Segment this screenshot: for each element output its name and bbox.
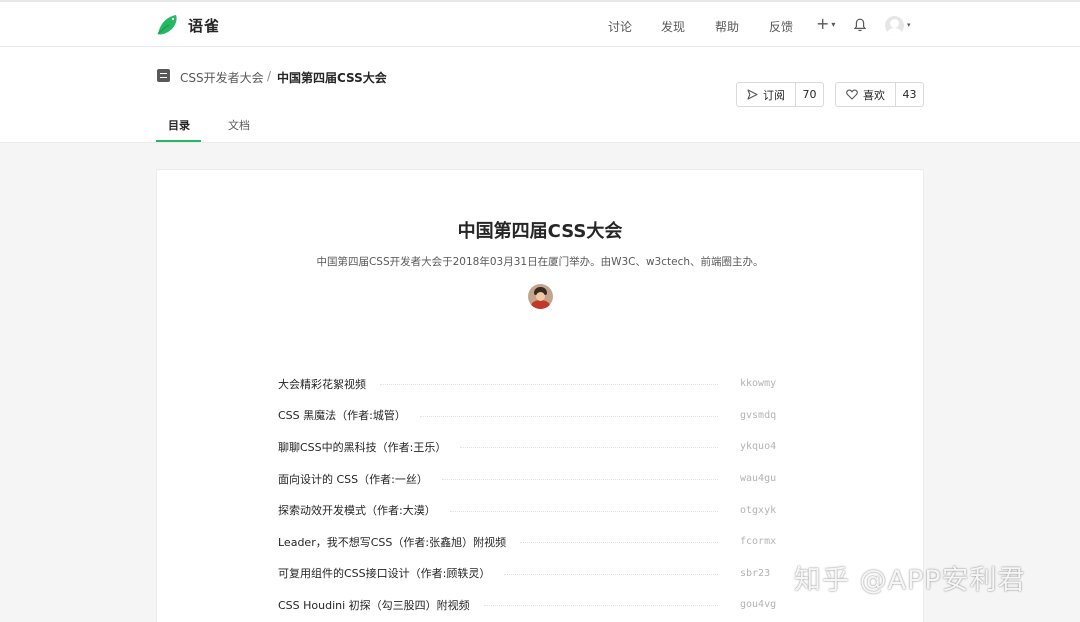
like-button-group: 喜欢 43: [835, 82, 924, 107]
toc-item-slug: sbr23: [740, 567, 771, 579]
breadcrumb-book: 中国第四届CSS大会: [277, 71, 387, 85]
logo[interactable]: 语雀: [156, 14, 220, 36]
toc-leader: [380, 384, 718, 386]
toc-item[interactable]: 大会精彩花絮视频 kkowmy: [278, 368, 804, 400]
heart-icon: [846, 89, 858, 100]
nav-discover[interactable]: 发现: [661, 18, 685, 35]
toc-item-slug: kkowmy: [740, 378, 777, 390]
book-toc-card: 中国第四届CSS大会 中国第四届CSS开发者大会于2018年03月31日在厦门举…: [156, 169, 924, 622]
breadcrumb-group[interactable]: CSS开发者大会: [180, 69, 264, 86]
book-header: CSS开发者大会 / 中国第四届CSS大会 订阅 70 喜欢 43 目录 文档: [0, 47, 1080, 143]
toc-item-slug: gou4vg: [740, 599, 777, 611]
subscribe-button[interactable]: 订阅: [737, 83, 796, 106]
active-tab-indicator: [156, 140, 201, 142]
chevron-down-icon[interactable]: ▾: [907, 21, 911, 29]
top-navbar: 语雀 讨论 发现 帮助 反馈 + ▾ ▾: [0, 0, 1080, 47]
toc-item-title[interactable]: 聊聊CSS中的黑科技（作者:王乐）: [278, 439, 460, 455]
toc-item-title[interactable]: CSS Houdini 初探（勾三股四）附视频: [278, 597, 484, 613]
like-count[interactable]: 43: [896, 83, 923, 106]
send-icon: [747, 89, 758, 100]
tab-docs[interactable]: 文档: [228, 117, 250, 133]
toc-item-slug: gvsmdq: [740, 409, 777, 421]
breadcrumb-separator: /: [267, 69, 272, 83]
tab-toc[interactable]: 目录: [168, 117, 190, 133]
toc-leader: [520, 542, 718, 544]
toc-item-title[interactable]: Leader，我不想写CSS（作者:张鑫旭）附视频: [278, 534, 520, 550]
book-description: 中国第四届CSS开发者大会于2018年03月31日在厦门举办。由W3C、w3ct…: [316, 256, 764, 268]
toc-item-slug: fcormx: [740, 536, 777, 548]
toc-list: 大会精彩花絮视频 kkowmy CSS 黑魔法（作者:城管） gvsmdq 聊聊…: [278, 368, 804, 621]
subscribe-count[interactable]: 70: [796, 83, 823, 106]
nav-help[interactable]: 帮助: [715, 18, 739, 35]
toc-leader: [441, 479, 718, 481]
toc-leader: [504, 573, 718, 575]
author-avatar[interactable]: [528, 284, 553, 309]
watermark: 知乎 @APP安利君: [794, 565, 1026, 596]
toc-item-slug: otgxyk: [740, 504, 777, 516]
like-label: 喜欢: [863, 88, 885, 102]
toc-item[interactable]: 面向设计的 CSS（作者:一丝） wau4gu: [278, 463, 804, 495]
toc-item-slug: ykquo4: [740, 441, 777, 453]
toc-leader: [483, 605, 718, 607]
toc-leader: [460, 447, 718, 449]
subscribe-label: 订阅: [763, 88, 785, 102]
toc-item[interactable]: Leader，我不想写CSS（作者:张鑫旭）附视频 fcormx: [278, 526, 804, 558]
toc-item-title[interactable]: 面向设计的 CSS（作者:一丝）: [278, 471, 442, 487]
toc-item[interactable]: 聊聊CSS中的黑科技（作者:王乐） ykquo4: [278, 431, 804, 463]
bell-icon[interactable]: [853, 17, 867, 36]
toc-item[interactable]: 探索动效开发模式（作者:大漠） otgxyk: [278, 494, 804, 526]
book-icon: [157, 69, 170, 82]
author-face: [536, 292, 545, 301]
user-avatar[interactable]: [885, 16, 904, 35]
toc-item[interactable]: CSS 黑魔法（作者:城管） gvsmdq: [278, 400, 804, 432]
yuque-bird-logo-icon: [157, 15, 177, 35]
subscribe-button-group: 订阅 70: [736, 82, 824, 107]
toc-leader: [449, 510, 718, 512]
toc-item-title[interactable]: 可复用组件的CSS接口设计（作者:顾轶灵）: [278, 565, 504, 581]
like-button[interactable]: 喜欢: [836, 83, 896, 106]
toc-item[interactable]: 可复用组件的CSS接口设计（作者:顾轶灵） sbr23: [278, 558, 804, 590]
toc-item-title[interactable]: CSS 黑魔法（作者:城管）: [278, 407, 420, 423]
toc-item-title[interactable]: 探索动效开发模式（作者:大漠）: [278, 502, 450, 518]
nav-feedback[interactable]: 反馈: [769, 18, 793, 35]
toc-item-title[interactable]: 大会精彩花絮视频: [278, 376, 380, 392]
toc-item-slug: wau4gu: [740, 473, 777, 485]
book-title: 中国第四届CSS大会: [457, 221, 623, 242]
toc-leader: [419, 415, 718, 417]
plus-icon: +: [816, 14, 830, 33]
toc-item[interactable]: CSS Houdini 初探（勾三股四）附视频 gou4vg: [278, 589, 804, 621]
app-name: 语雀: [188, 16, 221, 35]
create-button[interactable]: + ▾: [816, 14, 835, 33]
nav-discuss[interactable]: 讨论: [608, 18, 632, 35]
chevron-down-icon: ▾: [831, 20, 836, 29]
